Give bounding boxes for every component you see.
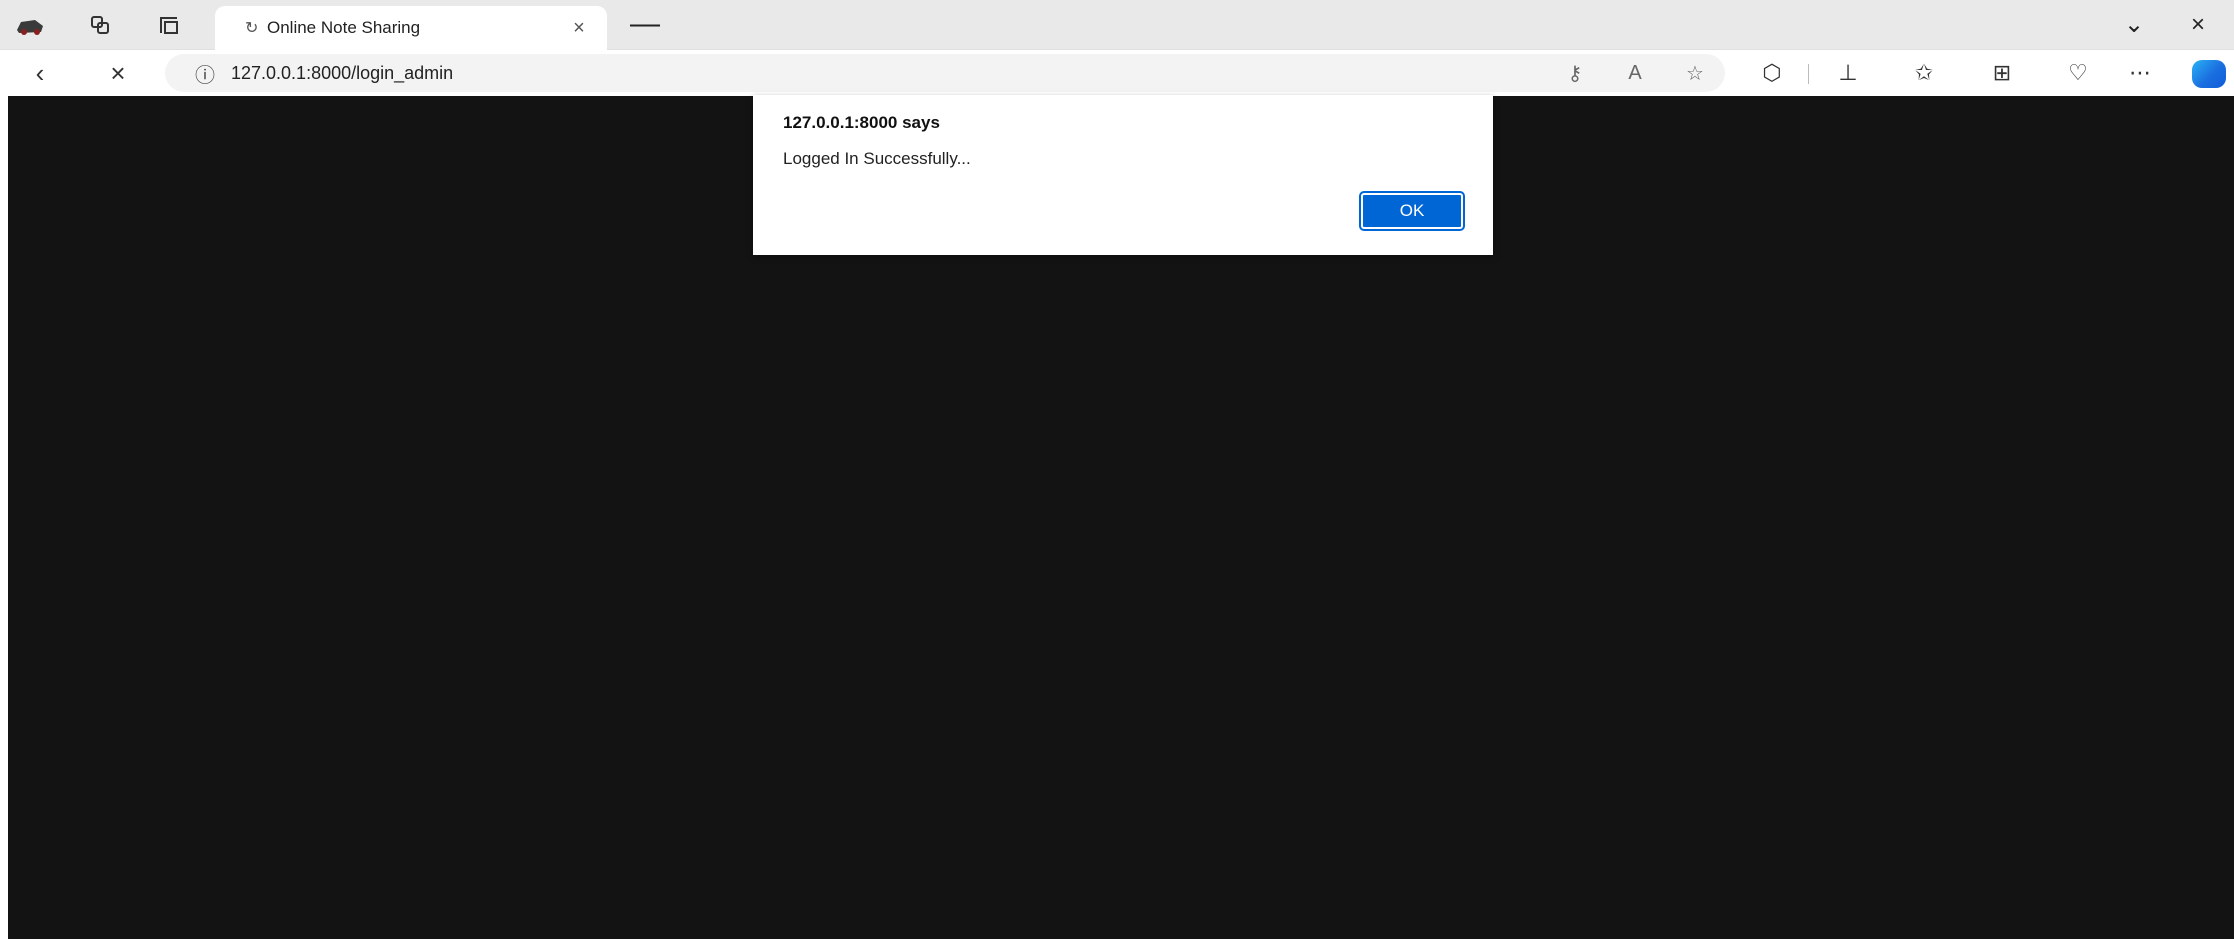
read-aloud-icon[interactable]: A — [1605, 62, 1665, 85]
site-info-icon[interactable]: ⓘ — [195, 59, 231, 88]
browser-app-icon[interactable] — [14, 9, 46, 41]
tab-active[interactable]: ↻ Online Note Sharing × — [215, 6, 607, 50]
address-bar[interactable]: ⓘ 127.0.0.1:8000/login_admin ⚷ A ☆ — [165, 54, 1725, 92]
copilot-icon[interactable] — [2192, 60, 2226, 88]
dialog-message: Logged In Successfully... — [783, 149, 971, 168]
new-tab-button[interactable]: — — [625, 9, 665, 41]
tab-close-icon[interactable]: × — [565, 17, 593, 40]
browser-window: ↻ Online Note Sharing × — ⌄ × ‹ × ⓘ 127.… — [0, 0, 2234, 939]
ok-button[interactable]: OK — [1359, 191, 1465, 231]
minimize-button[interactable]: ⌄ — [2114, 9, 2154, 41]
browser-essentials-icon[interactable]: ♡ — [2058, 56, 2098, 90]
back-arrow-icon[interactable]: ‹ — [22, 56, 58, 90]
key-icon[interactable]: ⚷ — [1545, 61, 1605, 86]
alert-dialog: 127.0.0.1:8000 says Logged In Successful… — [753, 95, 1493, 255]
close-window-button[interactable]: × — [2178, 9, 2218, 41]
collections-icon[interactable]: ⊞ — [1982, 56, 2022, 90]
dialog-title: 127.0.0.1:8000 says — [783, 113, 940, 132]
url-text[interactable]: 127.0.0.1:8000/login_admin — [231, 63, 1545, 84]
browser-toolbar: ‹ × ⓘ 127.0.0.1:8000/login_admin ⚷ A ☆ ⬡… — [0, 50, 2234, 95]
tab-title: Online Note Sharing — [267, 18, 421, 37]
stop-icon[interactable]: × — [100, 56, 136, 90]
split-screen-icon[interactable]: ⊥ — [1828, 56, 1868, 90]
extensions-icon[interactable]: ⬡ — [1752, 56, 1792, 90]
toolbar-separator — [1808, 64, 1809, 84]
favorites-icon[interactable]: ✩ — [1904, 56, 1944, 90]
tab-strip: ↻ Online Note Sharing × — ⌄ × — [0, 0, 2234, 50]
favorite-star-icon[interactable]: ☆ — [1665, 61, 1725, 86]
tab-favicon-icon: ↻ — [245, 20, 259, 37]
more-icon[interactable]: ⋯ — [2120, 56, 2160, 90]
workspaces-icon[interactable] — [84, 9, 116, 41]
tab-actions-icon[interactable] — [153, 9, 185, 41]
